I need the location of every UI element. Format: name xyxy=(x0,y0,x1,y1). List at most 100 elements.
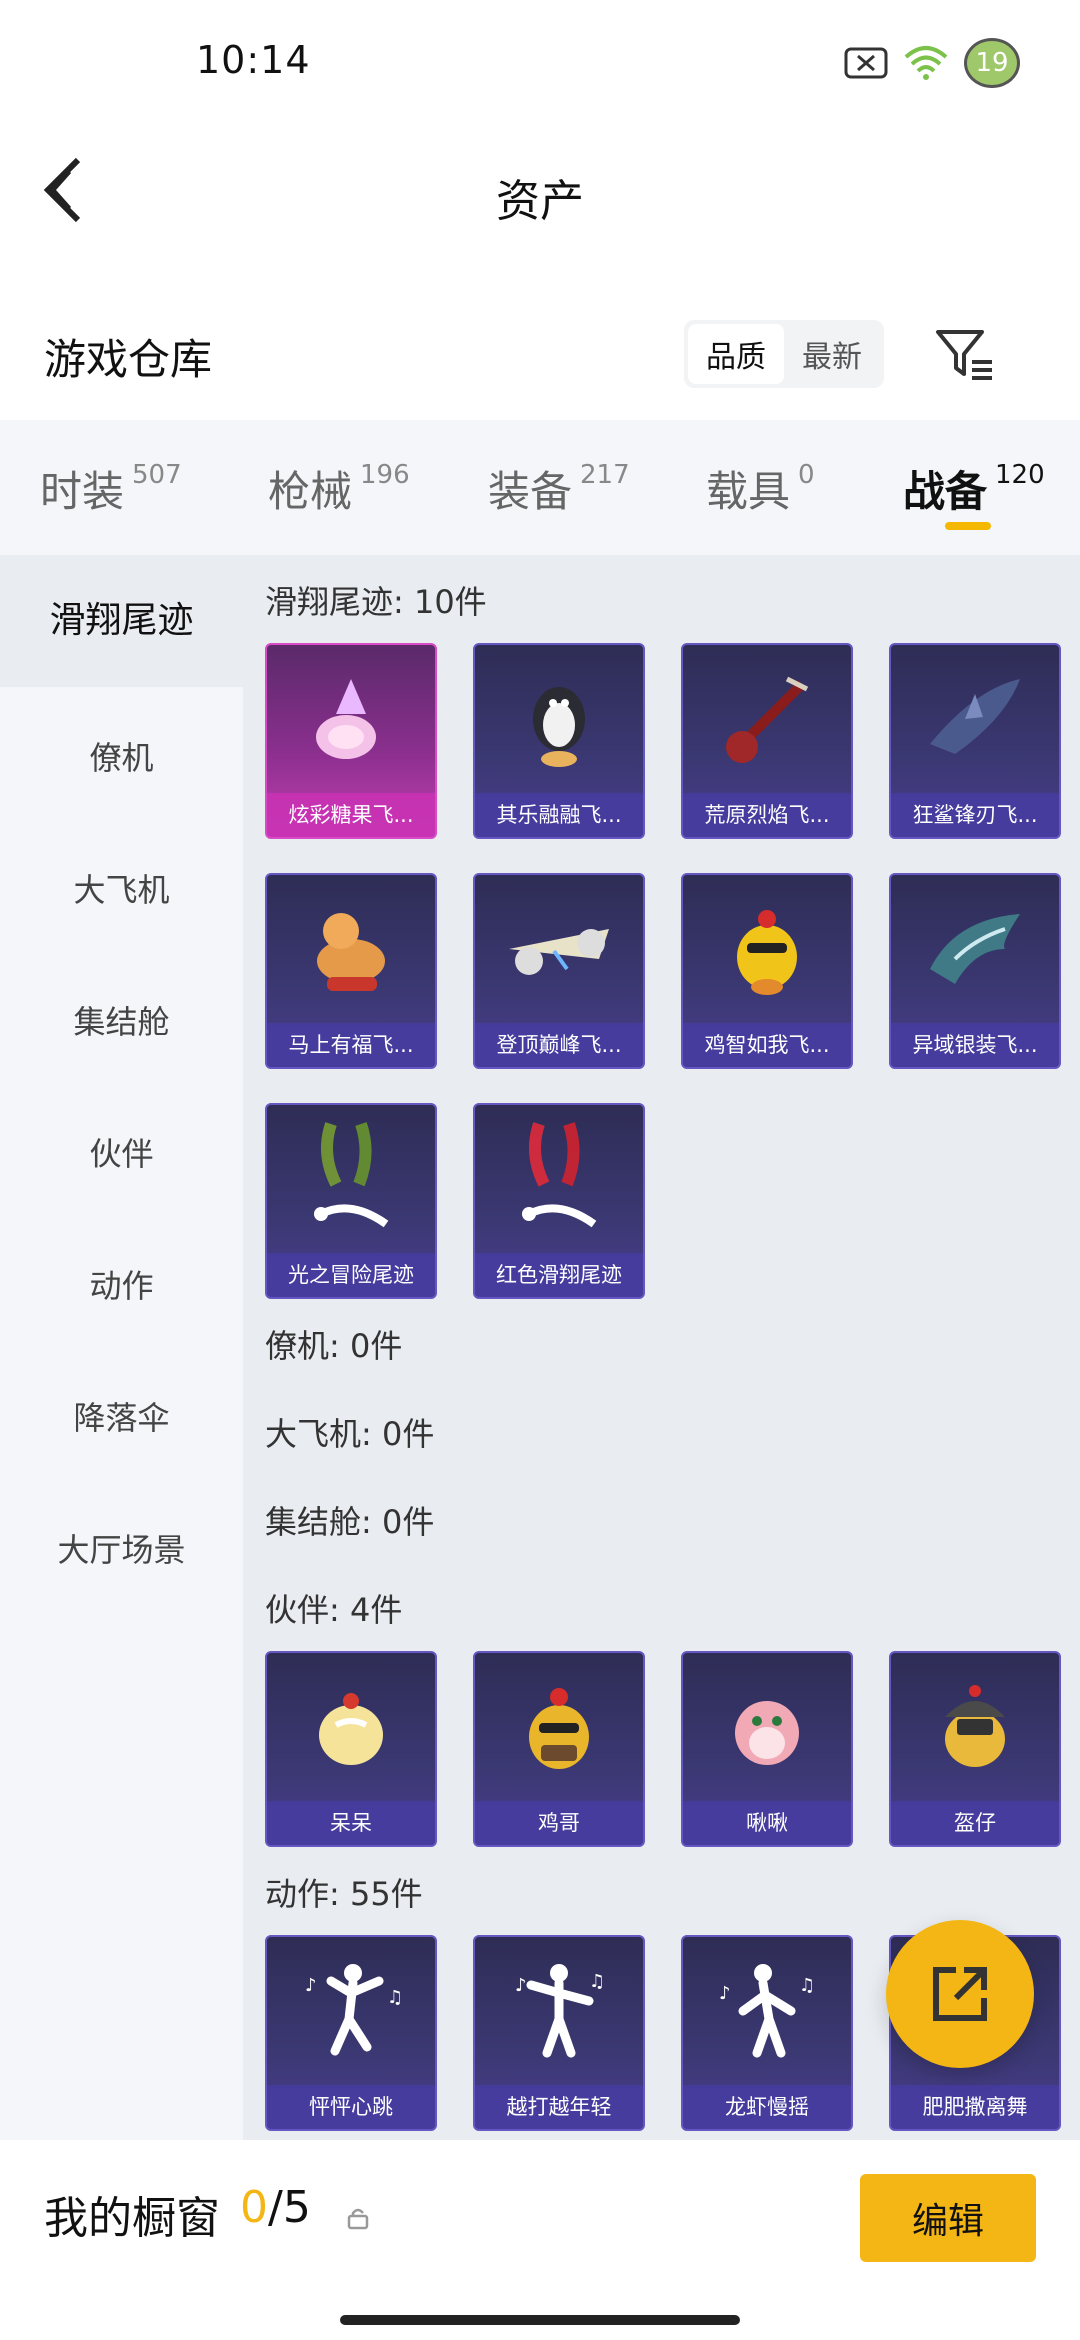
shark-icon xyxy=(891,645,1059,793)
sidebar-item-emote[interactable]: 动作 xyxy=(0,1261,243,1307)
tab-label: 战备 xyxy=(903,467,988,516)
item-label: 光之冒险尾迹 xyxy=(267,1253,435,1297)
item-card[interactable]: 狂鲨锋刃飞... xyxy=(889,643,1061,839)
item-grid-area[interactable]: 滑翔尾迹: 10件 炫彩糖果飞... 其乐融融飞... 荒原烈焰飞... 狂鲨锋… xyxy=(243,555,1080,2140)
tab-count: 217 xyxy=(580,460,630,490)
item-label: 鸡哥 xyxy=(475,1801,643,1845)
chick-icon xyxy=(267,1653,435,1801)
item-card[interactable]: 红色滑翔尾迹 xyxy=(473,1103,645,1299)
lock-icon xyxy=(347,2208,369,2230)
candy-icon xyxy=(267,645,435,793)
active-tab-indicator xyxy=(945,522,991,530)
item-label: 龙虾慢摇 xyxy=(683,2085,851,2129)
item-card[interactable]: 异域银装飞... xyxy=(889,873,1061,1069)
penguin-icon xyxy=(475,645,643,793)
share-button[interactable] xyxy=(886,1920,1034,2068)
sort-toggle: 品质 最新 xyxy=(684,320,884,388)
red-smoke-trail-icon xyxy=(475,1105,643,1253)
item-label: 荒原烈焰飞... xyxy=(683,793,851,837)
item-card[interactable]: 啾啾 xyxy=(681,1651,853,1847)
warehouse-header: 游戏仓库 品质 最新 xyxy=(0,300,1080,420)
item-card[interactable]: 鸡哥 xyxy=(473,1651,645,1847)
guitar-icon xyxy=(683,645,851,793)
data-off-icon xyxy=(844,47,888,79)
tab-label: 枪械 xyxy=(268,467,353,516)
tab-label: 载具 xyxy=(706,467,791,516)
page-title: 资产 xyxy=(496,176,584,227)
item-label: 其乐融融飞... xyxy=(475,793,643,837)
svg-text:♪: ♪ xyxy=(719,1983,731,2004)
subcategory-sidebar: 滑翔尾迹 僚机 大飞机 集结舱 伙伴 动作 降落伞 大厅场景 xyxy=(0,555,243,2140)
section-title-wingman: 僚机: 0件 xyxy=(265,1327,403,1365)
item-card[interactable]: 盔仔 xyxy=(889,1651,1061,1847)
status-time: 10:14 xyxy=(196,38,311,82)
item-card[interactable]: 呆呆 xyxy=(265,1651,437,1847)
category-tabs: 时装 507 枪械 196 装备 217 载具 0 战备 120 xyxy=(0,420,1080,555)
horse-icon xyxy=(267,875,435,1023)
rooster-icon xyxy=(475,1653,643,1801)
item-card[interactable]: 光之冒险尾迹 xyxy=(265,1103,437,1299)
tab-equipment[interactable]: 装备 217 xyxy=(488,458,630,519)
pink-bird-icon xyxy=(683,1653,851,1801)
dancer-icon: ♪ ♫ xyxy=(267,1937,435,2085)
battery-icon: 19 xyxy=(964,38,1020,88)
tab-count: 120 xyxy=(995,460,1045,490)
showcase-label: 我的橱窗 xyxy=(44,2193,220,2244)
item-card[interactable]: 其乐融融飞... xyxy=(473,643,645,839)
tab-count: 0 xyxy=(798,460,815,490)
section-title-capsule: 集结舱: 0件 xyxy=(265,1503,435,1541)
tab-label: 装备 xyxy=(488,467,573,516)
sidebar-item-parachute[interactable]: 降落伞 xyxy=(0,1393,243,1439)
tab-guns[interactable]: 枪械 196 xyxy=(268,458,410,519)
sidebar-item-lobby-scene[interactable]: 大厅场景 xyxy=(0,1525,243,1571)
edit-button[interactable]: 编辑 xyxy=(860,2174,1036,2262)
item-label: 越打越年轻 xyxy=(475,2085,643,2129)
sort-newest-button[interactable]: 最新 xyxy=(784,324,880,384)
home-indicator[interactable] xyxy=(340,2315,740,2325)
section-title-partner: 伙伴: 4件 xyxy=(265,1591,403,1629)
warehouse-title: 游戏仓库 xyxy=(44,335,213,384)
item-label: 炫彩糖果飞... xyxy=(267,793,435,837)
nav-bar: 资产 xyxy=(0,125,1080,285)
svg-text:♫: ♫ xyxy=(387,1987,403,2008)
wifi-icon xyxy=(904,46,948,80)
showcase-bar: 我的橱窗 0/5 编辑 xyxy=(0,2140,1080,2340)
filter-icon[interactable] xyxy=(932,322,996,386)
green-smoke-trail-icon xyxy=(267,1105,435,1253)
item-card[interactable]: 炫彩糖果飞... xyxy=(265,643,437,839)
share-icon xyxy=(933,1967,987,2021)
tab-vehicles[interactable]: 载具 0 xyxy=(706,458,815,519)
svg-text:♪: ♪ xyxy=(305,1975,317,1996)
tab-count: 196 xyxy=(360,460,410,490)
item-card[interactable]: 鸡智如我飞... xyxy=(681,873,853,1069)
item-label: 狂鲨锋刃飞... xyxy=(891,793,1059,837)
sidebar-item-partner[interactable]: 伙伴 xyxy=(0,1129,243,1175)
section-title-big-plane: 大飞机: 0件 xyxy=(265,1415,435,1453)
sidebar-item-big-plane[interactable]: 大飞机 xyxy=(0,865,243,911)
sidebar-item-glide-trail[interactable]: 滑翔尾迹 xyxy=(0,555,243,687)
item-card[interactable]: ♪ ♫ 怦怦心跳 xyxy=(265,1935,437,2131)
helmet-chick-icon xyxy=(891,1653,1059,1801)
sort-quality-button[interactable]: 品质 xyxy=(688,324,784,384)
item-label: 登顶巅峰飞... xyxy=(475,1023,643,1067)
item-card[interactable]: 荒原烈焰飞... xyxy=(681,643,853,839)
tab-count: 507 xyxy=(132,460,182,490)
sidebar-item-wingman[interactable]: 僚机 xyxy=(0,733,243,779)
svg-text:♫: ♫ xyxy=(799,1975,815,1996)
section-title-glide-trail: 滑翔尾迹: 10件 xyxy=(265,583,487,621)
item-label: 怦怦心跳 xyxy=(267,2085,435,2129)
item-card[interactable]: 马上有福飞... xyxy=(265,873,437,1069)
item-card[interactable]: ♪ ♫ 越打越年轻 xyxy=(473,1935,645,2131)
svg-text:♪: ♪ xyxy=(515,1975,527,1996)
sidebar-item-capsule[interactable]: 集结舱 xyxy=(0,997,243,1043)
item-label: 啾啾 xyxy=(683,1801,851,1845)
showcase-current: 0 xyxy=(240,2182,268,2233)
showcase-count: 0/5 xyxy=(240,2182,311,2233)
tab-combat-gear[interactable]: 战备 120 xyxy=(903,458,1045,519)
tab-fashion[interactable]: 时装 507 xyxy=(40,458,182,519)
item-card[interactable]: 登顶巅峰飞... xyxy=(473,873,645,1069)
showcase-total: /5 xyxy=(268,2182,311,2233)
item-card[interactable]: ♪ ♫ 龙虾慢摇 xyxy=(681,1935,853,2131)
item-label: 肥肥撒离舞 xyxy=(891,2085,1059,2129)
jet-icon xyxy=(475,875,643,1023)
